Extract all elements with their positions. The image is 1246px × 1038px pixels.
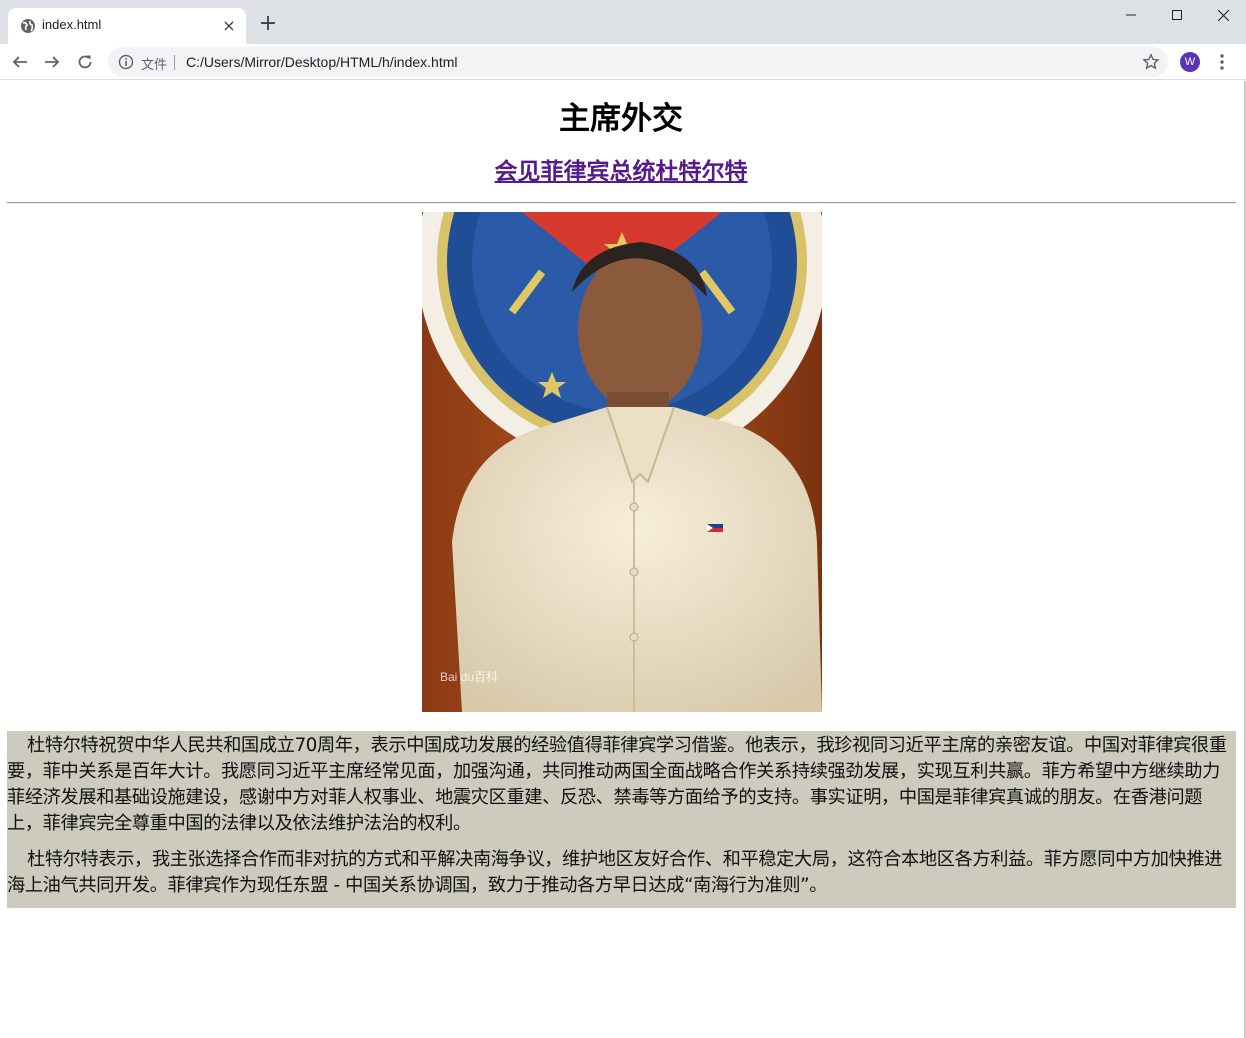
window-close-button[interactable] — [1200, 0, 1246, 30]
reload-icon — [78, 55, 92, 69]
photo-watermark: Bai du百科 — [440, 670, 499, 684]
kebab-menu-icon[interactable] — [1214, 52, 1230, 72]
star-icon[interactable] — [1142, 53, 1160, 71]
back-button[interactable] — [6, 48, 34, 76]
forward-button[interactable] — [38, 48, 66, 76]
reload-button[interactable] — [71, 48, 99, 76]
info-icon[interactable] — [118, 54, 134, 70]
back-arrow-icon — [12, 56, 27, 68]
url-text[interactable]: C:/Users/Mirror/Desktop/HTML/h/index.htm… — [186, 54, 458, 70]
page-content: 主席外交 会见菲律宾总统杜特尔特 Bai du百科 杜特尔特祝贺中华人民共和国成… — [0, 81, 1246, 1038]
close-icon — [1217, 9, 1229, 21]
address-bar[interactable]: 文件 C:/Users/Mirror/Desktop/HTML/h/index.… — [108, 47, 1168, 77]
omnibox-divider — [174, 55, 175, 70]
minimize-icon — [1126, 14, 1136, 16]
file-scheme-label: 文件 — [141, 58, 168, 73]
new-tab-button[interactable]: + — [256, 13, 280, 37]
browser-tab[interactable]: index.html × — [8, 8, 246, 44]
forward-arrow-icon — [45, 56, 60, 68]
president-photo: Bai du百科 — [422, 212, 822, 712]
page-title: 主席外交 — [559, 101, 683, 137]
tab-strip: index.html × + — [0, 0, 1246, 44]
maximize-icon — [1172, 10, 1182, 20]
browser-toolbar: 文件 C:/Users/Mirror/Desktop/HTML/h/index.… — [0, 44, 1246, 80]
maximize-button[interactable] — [1154, 0, 1200, 30]
globe-icon — [20, 18, 36, 34]
profile-avatar[interactable]: W — [1180, 52, 1200, 72]
tab-title: index.html — [42, 17, 102, 32]
article-body: 杜特尔特祝贺中华人民共和国成立70周年，表示中国成功发展的经验值得菲律宾学习借鉴… — [7, 731, 1236, 908]
subtitle-link[interactable]: 会见菲律宾总统杜特尔特 — [0, 152, 1242, 186]
horizontal-rule — [7, 202, 1236, 204]
minimize-button[interactable] — [1108, 0, 1154, 30]
article-paragraph-1: 杜特尔特祝贺中华人民共和国成立70周年，表示中国成功发展的经验值得菲律宾学习借鉴… — [7, 735, 1227, 834]
article-paragraph-2: 杜特尔特表示，我主张选择合作而非对抗的方式和平解决南海争议，维护地区友好合作、和… — [7, 849, 1223, 896]
tab-close-button[interactable]: × — [220, 17, 238, 35]
